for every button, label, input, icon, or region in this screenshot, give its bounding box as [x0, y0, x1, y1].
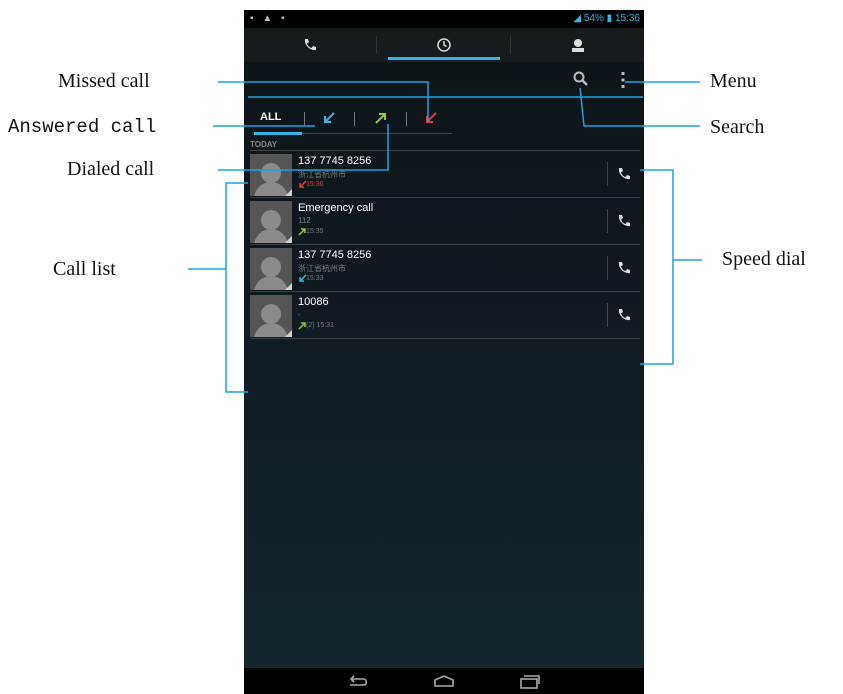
- caller-location: 浙江省杭州市: [298, 170, 346, 179]
- section-header-today: TODAY: [250, 140, 278, 149]
- tab-phone[interactable]: [244, 28, 376, 62]
- label-speed-dial: Speed dial: [722, 248, 806, 270]
- dialed-arrow-icon[interactable]: [372, 109, 390, 127]
- speed-dial-phone-icon[interactable]: [616, 307, 632, 323]
- call-list-item[interactable]: 137 7745 8256 浙江省杭州市 15:36: [250, 152, 640, 198]
- answered-arrow-icon[interactable]: [320, 109, 338, 127]
- label-missed-call: Missed call: [58, 70, 150, 92]
- caller-name: Emergency call: [298, 202, 374, 214]
- label-answered-call: Answered call: [8, 116, 157, 138]
- clock-icon: [437, 38, 451, 52]
- search-icon[interactable]: [572, 70, 590, 88]
- contact-avatar[interactable]: [250, 248, 292, 290]
- tab-contacts[interactable]: [512, 28, 644, 62]
- label-call-list: Call list: [53, 258, 116, 280]
- system-nav-bar: [244, 668, 644, 694]
- caller-name: 10086: [298, 296, 329, 308]
- call-type-filters: ALL: [248, 106, 458, 136]
- caller-number: -: [298, 310, 301, 319]
- action-bar: [244, 62, 644, 98]
- notification-icons: ▪ ▲ ▪: [250, 13, 288, 24]
- missed-arrow-icon[interactable]: [422, 109, 440, 127]
- phone-icon: [304, 39, 316, 51]
- contact-avatar[interactable]: [250, 295, 292, 337]
- caller-location: 浙江省杭州市: [298, 264, 346, 273]
- battery-percent: 54%: [583, 13, 604, 24]
- overflow-menu-icon[interactable]: [618, 70, 628, 90]
- tab-call-log[interactable]: [378, 28, 510, 62]
- label-dialed-call: Dialed call: [67, 158, 155, 180]
- filter-all[interactable]: ALL: [260, 111, 281, 123]
- tab-bar: [244, 28, 644, 62]
- status-right: ◢ 54% ▮ 15:36: [573, 13, 640, 24]
- call-list-item[interactable]: 10086 - (2) 15:31: [250, 293, 640, 339]
- back-icon[interactable]: [346, 672, 370, 690]
- call-time: 15:36: [306, 181, 324, 188]
- person-icon: [572, 39, 584, 52]
- phone-screen: ▪ ▲ ▪ ◢ 54% ▮ 15:36 ALL TODAY 137 7745 8…: [244, 10, 644, 694]
- contact-avatar[interactable]: [250, 154, 292, 196]
- call-time: 15:33: [306, 275, 324, 282]
- recent-apps-icon[interactable]: [518, 672, 542, 690]
- call-list-item[interactable]: Emergency call 112 15:35: [250, 199, 640, 245]
- speed-dial-phone-icon[interactable]: [616, 166, 632, 182]
- signal-icon: ◢: [573, 13, 582, 24]
- call-time: 15:35: [306, 228, 324, 235]
- speed-dial-phone-icon[interactable]: [616, 260, 632, 276]
- call-time: (2) 15:31: [306, 322, 335, 329]
- battery-icon: ▮: [606, 13, 613, 24]
- filter-all-indicator: [254, 132, 302, 135]
- caller-name: 137 7745 8256: [298, 249, 372, 261]
- caller-name: 137 7745 8256: [298, 155, 372, 167]
- home-icon[interactable]: [432, 672, 456, 690]
- speed-dial-phone-icon[interactable]: [616, 213, 632, 229]
- label-menu: Menu: [710, 70, 757, 92]
- contact-avatar[interactable]: [250, 201, 292, 243]
- call-list-item[interactable]: 137 7745 8256 浙江省杭州市 15:33: [250, 246, 640, 292]
- caller-number: 112: [298, 216, 311, 225]
- clock-time: 15:36: [614, 13, 640, 24]
- status-bar: ▪ ▲ ▪ ◢ 54% ▮ 15:36: [244, 10, 644, 28]
- label-search: Search: [710, 116, 765, 138]
